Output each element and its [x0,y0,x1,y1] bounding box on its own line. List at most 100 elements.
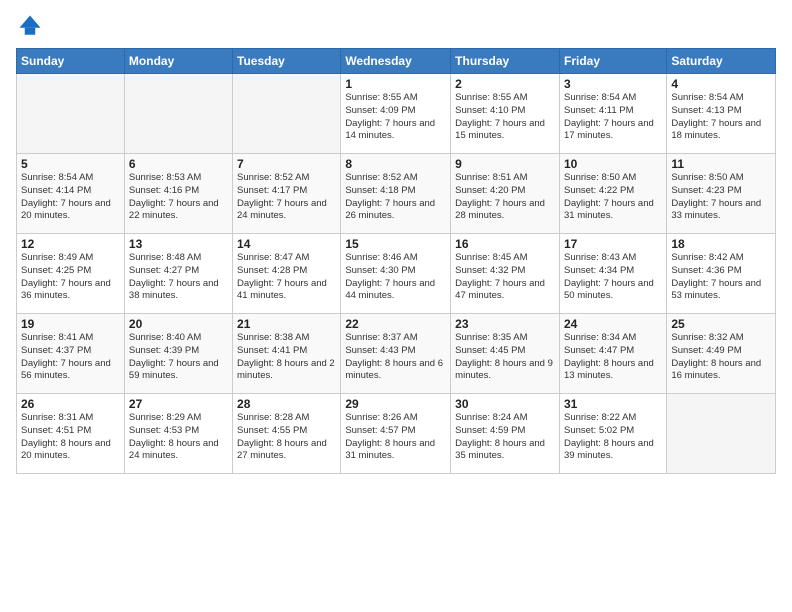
day-number: 23 [455,317,555,331]
day-info: Sunrise: 8:34 AM Sunset: 4:47 PM Dayligh… [564,332,662,383]
calendar-cell: 11Sunrise: 8:50 AM Sunset: 4:23 PM Dayli… [667,154,776,234]
day-number: 30 [455,397,555,411]
calendar-header-monday: Monday [124,49,232,74]
day-info: Sunrise: 8:42 AM Sunset: 4:36 PM Dayligh… [671,252,771,303]
calendar-cell: 25Sunrise: 8:32 AM Sunset: 4:49 PM Dayli… [667,314,776,394]
day-info: Sunrise: 8:24 AM Sunset: 4:59 PM Dayligh… [455,412,555,463]
calendar-cell: 29Sunrise: 8:26 AM Sunset: 4:57 PM Dayli… [341,394,451,474]
day-number: 14 [237,237,336,251]
day-info: Sunrise: 8:51 AM Sunset: 4:20 PM Dayligh… [455,172,555,223]
calendar-cell: 7Sunrise: 8:52 AM Sunset: 4:17 PM Daylig… [233,154,341,234]
calendar-header-row: SundayMondayTuesdayWednesdayThursdayFrid… [17,49,776,74]
day-number: 5 [21,157,120,171]
calendar-week-row: 12Sunrise: 8:49 AM Sunset: 4:25 PM Dayli… [17,234,776,314]
calendar-week-row: 5Sunrise: 8:54 AM Sunset: 4:14 PM Daylig… [17,154,776,234]
calendar-cell: 9Sunrise: 8:51 AM Sunset: 4:20 PM Daylig… [451,154,560,234]
day-number: 10 [564,157,662,171]
day-info: Sunrise: 8:29 AM Sunset: 4:53 PM Dayligh… [129,412,228,463]
day-number: 8 [345,157,446,171]
day-info: Sunrise: 8:31 AM Sunset: 4:51 PM Dayligh… [21,412,120,463]
calendar-cell: 30Sunrise: 8:24 AM Sunset: 4:59 PM Dayli… [451,394,560,474]
day-number: 25 [671,317,771,331]
day-number: 16 [455,237,555,251]
calendar-cell: 12Sunrise: 8:49 AM Sunset: 4:25 PM Dayli… [17,234,125,314]
day-number: 2 [455,77,555,91]
day-number: 22 [345,317,446,331]
calendar-cell: 23Sunrise: 8:35 AM Sunset: 4:45 PM Dayli… [451,314,560,394]
logo-icon [16,12,44,40]
calendar-week-row: 26Sunrise: 8:31 AM Sunset: 4:51 PM Dayli… [17,394,776,474]
calendar-cell: 1Sunrise: 8:55 AM Sunset: 4:09 PM Daylig… [341,74,451,154]
day-info: Sunrise: 8:35 AM Sunset: 4:45 PM Dayligh… [455,332,555,383]
day-number: 11 [671,157,771,171]
day-info: Sunrise: 8:54 AM Sunset: 4:11 PM Dayligh… [564,92,662,143]
calendar-cell: 8Sunrise: 8:52 AM Sunset: 4:18 PM Daylig… [341,154,451,234]
day-number: 18 [671,237,771,251]
calendar-cell: 20Sunrise: 8:40 AM Sunset: 4:39 PM Dayli… [124,314,232,394]
day-info: Sunrise: 8:40 AM Sunset: 4:39 PM Dayligh… [129,332,228,383]
calendar-cell: 14Sunrise: 8:47 AM Sunset: 4:28 PM Dayli… [233,234,341,314]
calendar-cell: 10Sunrise: 8:50 AM Sunset: 4:22 PM Dayli… [559,154,666,234]
calendar-cell [233,74,341,154]
day-number: 6 [129,157,228,171]
day-number: 13 [129,237,228,251]
logo [16,12,48,40]
day-info: Sunrise: 8:22 AM Sunset: 5:02 PM Dayligh… [564,412,662,463]
calendar-header-wednesday: Wednesday [341,49,451,74]
calendar-cell [17,74,125,154]
day-number: 1 [345,77,446,91]
calendar-header-sunday: Sunday [17,49,125,74]
header [16,12,776,40]
day-number: 20 [129,317,228,331]
day-info: Sunrise: 8:48 AM Sunset: 4:27 PM Dayligh… [129,252,228,303]
calendar-cell: 2Sunrise: 8:55 AM Sunset: 4:10 PM Daylig… [451,74,560,154]
day-number: 7 [237,157,336,171]
day-info: Sunrise: 8:38 AM Sunset: 4:41 PM Dayligh… [237,332,336,383]
day-info: Sunrise: 8:54 AM Sunset: 4:13 PM Dayligh… [671,92,771,143]
page: SundayMondayTuesdayWednesdayThursdayFrid… [0,0,792,612]
day-number: 15 [345,237,446,251]
calendar-header-tuesday: Tuesday [233,49,341,74]
day-number: 3 [564,77,662,91]
calendar: SundayMondayTuesdayWednesdayThursdayFrid… [16,48,776,474]
calendar-cell: 4Sunrise: 8:54 AM Sunset: 4:13 PM Daylig… [667,74,776,154]
day-number: 28 [237,397,336,411]
calendar-cell: 21Sunrise: 8:38 AM Sunset: 4:41 PM Dayli… [233,314,341,394]
calendar-cell: 26Sunrise: 8:31 AM Sunset: 4:51 PM Dayli… [17,394,125,474]
calendar-header-friday: Friday [559,49,666,74]
day-number: 27 [129,397,228,411]
day-info: Sunrise: 8:43 AM Sunset: 4:34 PM Dayligh… [564,252,662,303]
day-info: Sunrise: 8:45 AM Sunset: 4:32 PM Dayligh… [455,252,555,303]
calendar-cell: 18Sunrise: 8:42 AM Sunset: 4:36 PM Dayli… [667,234,776,314]
day-number: 26 [21,397,120,411]
day-info: Sunrise: 8:28 AM Sunset: 4:55 PM Dayligh… [237,412,336,463]
day-number: 31 [564,397,662,411]
calendar-header-thursday: Thursday [451,49,560,74]
day-info: Sunrise: 8:37 AM Sunset: 4:43 PM Dayligh… [345,332,446,383]
day-info: Sunrise: 8:50 AM Sunset: 4:23 PM Dayligh… [671,172,771,223]
day-info: Sunrise: 8:55 AM Sunset: 4:09 PM Dayligh… [345,92,446,143]
day-info: Sunrise: 8:55 AM Sunset: 4:10 PM Dayligh… [455,92,555,143]
day-info: Sunrise: 8:53 AM Sunset: 4:16 PM Dayligh… [129,172,228,223]
calendar-cell: 17Sunrise: 8:43 AM Sunset: 4:34 PM Dayli… [559,234,666,314]
day-number: 21 [237,317,336,331]
calendar-cell: 3Sunrise: 8:54 AM Sunset: 4:11 PM Daylig… [559,74,666,154]
calendar-cell [124,74,232,154]
calendar-cell [667,394,776,474]
calendar-cell: 6Sunrise: 8:53 AM Sunset: 4:16 PM Daylig… [124,154,232,234]
calendar-cell: 19Sunrise: 8:41 AM Sunset: 4:37 PM Dayli… [17,314,125,394]
day-number: 17 [564,237,662,251]
day-info: Sunrise: 8:52 AM Sunset: 4:18 PM Dayligh… [345,172,446,223]
day-number: 29 [345,397,446,411]
calendar-cell: 31Sunrise: 8:22 AM Sunset: 5:02 PM Dayli… [559,394,666,474]
day-number: 9 [455,157,555,171]
day-info: Sunrise: 8:26 AM Sunset: 4:57 PM Dayligh… [345,412,446,463]
calendar-cell: 27Sunrise: 8:29 AM Sunset: 4:53 PM Dayli… [124,394,232,474]
calendar-cell: 16Sunrise: 8:45 AM Sunset: 4:32 PM Dayli… [451,234,560,314]
day-number: 19 [21,317,120,331]
day-info: Sunrise: 8:32 AM Sunset: 4:49 PM Dayligh… [671,332,771,383]
day-number: 24 [564,317,662,331]
calendar-cell: 15Sunrise: 8:46 AM Sunset: 4:30 PM Dayli… [341,234,451,314]
day-info: Sunrise: 8:52 AM Sunset: 4:17 PM Dayligh… [237,172,336,223]
day-info: Sunrise: 8:47 AM Sunset: 4:28 PM Dayligh… [237,252,336,303]
